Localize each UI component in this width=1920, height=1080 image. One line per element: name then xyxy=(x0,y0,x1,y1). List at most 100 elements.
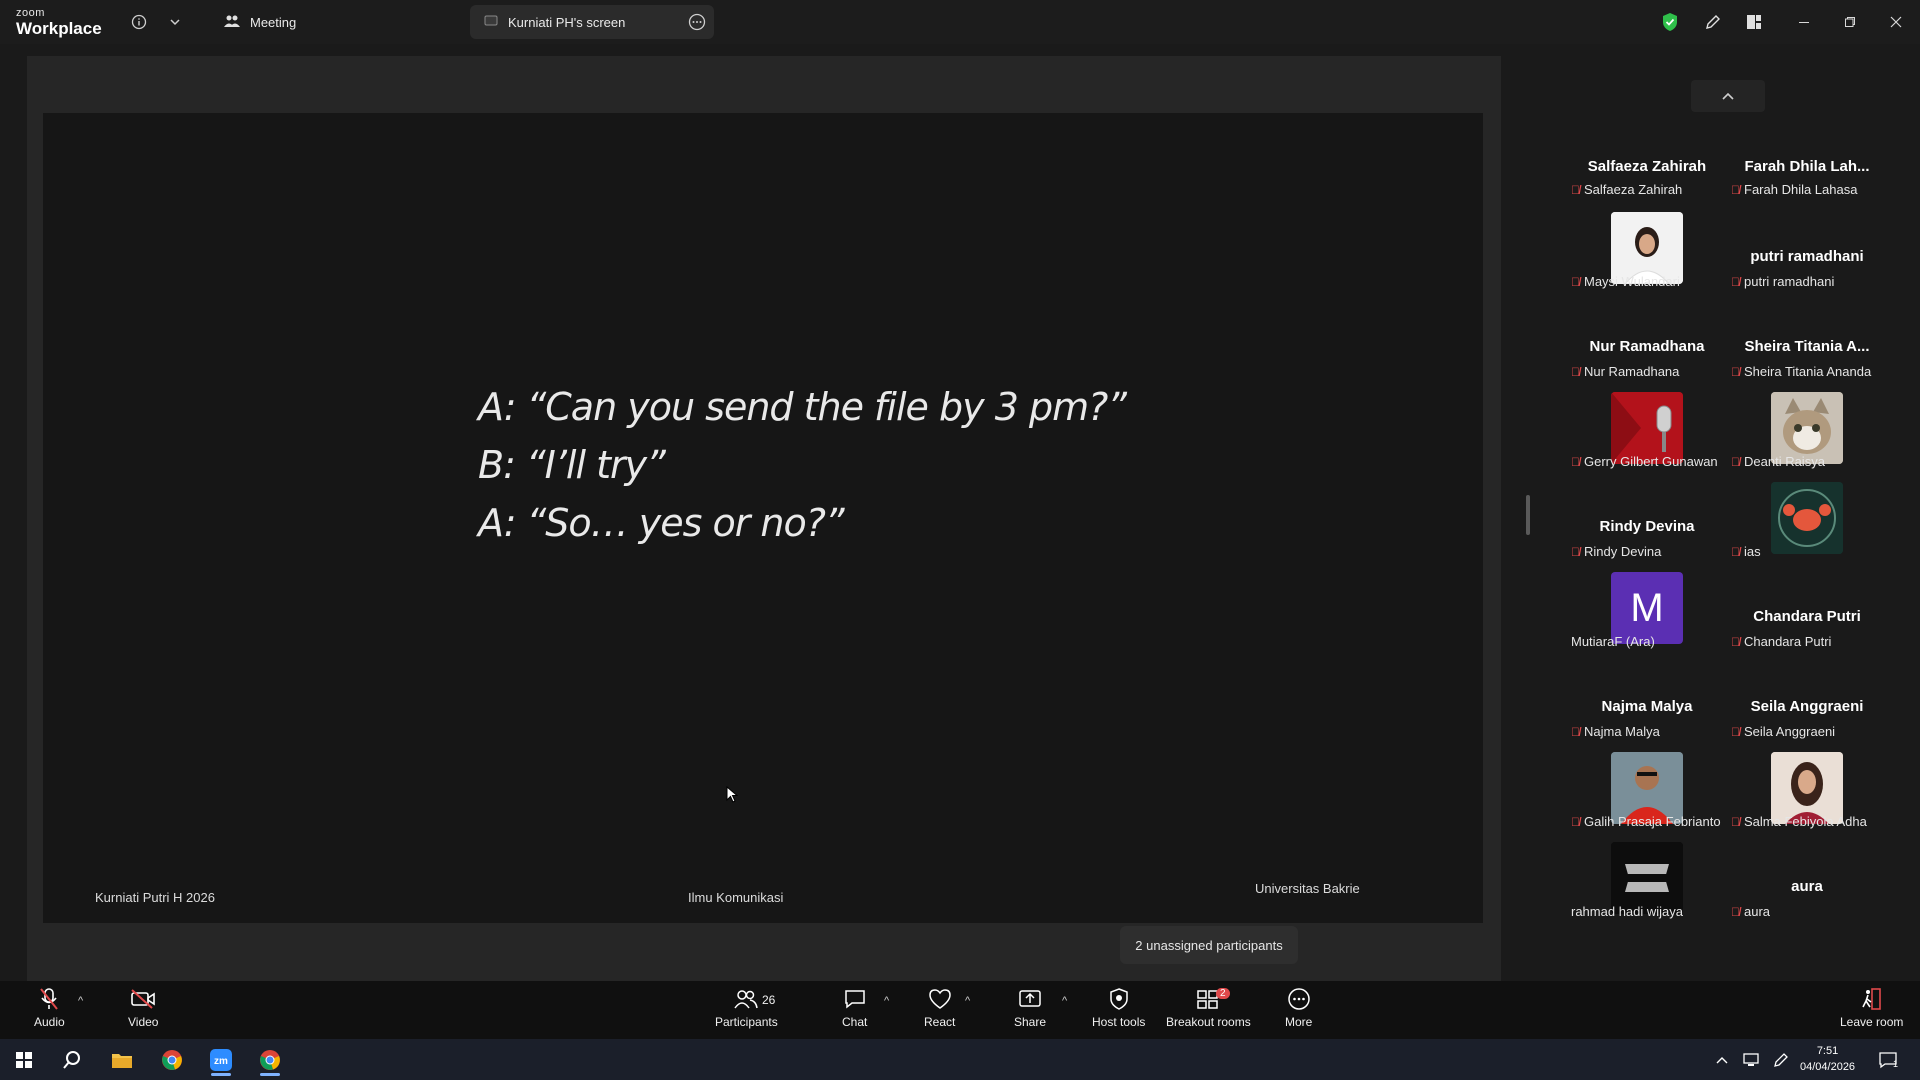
host-tools-button[interactable]: Host tools xyxy=(1092,987,1145,1029)
participant-tile[interactable]: Najma Malya 🎙̸ Najma Malya xyxy=(1567,672,1727,762)
pen-input-icon[interactable] xyxy=(1768,1044,1794,1076)
participant-tile[interactable]: M MutiaraF (Ara) xyxy=(1567,572,1727,662)
more-icon xyxy=(1287,987,1311,1011)
participant-tile[interactable]: Seila Anggraeni 🎙̸ Seila Anggraeni xyxy=(1727,672,1887,762)
participant-tile[interactable]: aura 🎙̸ aura xyxy=(1727,852,1887,942)
tab-meeting[interactable]: Meeting xyxy=(210,5,450,39)
chrome-window-icon[interactable] xyxy=(252,1044,288,1076)
participant-tile[interactable]: 🎙̸ Galih Prasaja Febrianto xyxy=(1567,752,1727,842)
svg-text:zm: zm xyxy=(214,1056,228,1067)
close-icon[interactable] xyxy=(1878,8,1914,36)
restore-icon[interactable] xyxy=(1832,8,1868,36)
tab-shared-screen[interactable]: Kurniati PH's screen xyxy=(470,5,714,39)
participant-tile[interactable]: Rindy Devina 🎙̸ Rindy Devina xyxy=(1567,492,1727,582)
participant-name: Seila Anggraeni xyxy=(1750,698,1864,715)
search-icon[interactable] xyxy=(54,1044,90,1076)
participant-tile[interactable]: Sheira Titania A... 🎙̸ Sheira Titania Ana… xyxy=(1727,312,1887,402)
participant-tile[interactable]: putri ramadhani 🎙̸ putri ramadhani xyxy=(1727,222,1887,312)
audio-button[interactable]: Audio xyxy=(34,987,65,1029)
participants-icon xyxy=(734,987,759,1011)
audio-options-caret-icon[interactable]: ^ xyxy=(78,995,83,1007)
chevron-down-icon[interactable] xyxy=(162,9,188,35)
more-button[interactable]: More xyxy=(1285,987,1312,1029)
participant-label: 🎙̸ Chandara Putri xyxy=(1731,634,1832,649)
participant-label: 🎙̸ Sheira Titania Ananda xyxy=(1731,364,1872,379)
view-layout-icon[interactable] xyxy=(1741,9,1767,35)
slide-footer-university: Universitas Bakrie xyxy=(1255,881,1360,896)
participant-label: 🎙̸ Najma Malya xyxy=(1571,724,1660,739)
info-icon[interactable] xyxy=(126,9,152,35)
tab-meeting-label: Meeting xyxy=(250,14,297,30)
participant-name: Nur Ramadhana xyxy=(1589,338,1705,355)
mic-muted-icon: 🎙̸ xyxy=(1731,454,1740,469)
mic-muted-icon: 🎙̸ xyxy=(1731,364,1740,379)
participant-tile[interactable]: 🎙̸ Deanti Raisya xyxy=(1727,392,1887,482)
react-label: React xyxy=(924,1015,956,1029)
mic-muted-icon: 🎙̸ xyxy=(1571,364,1580,379)
more-options-icon[interactable] xyxy=(688,13,706,34)
participant-label: 🎙̸ aura xyxy=(1731,904,1771,919)
participant-tile[interactable]: Chandara Putri 🎙̸ Chandara Putri xyxy=(1727,582,1887,672)
participant-tile[interactable]: rahmad hadi wijaya xyxy=(1567,842,1727,932)
crab-icon xyxy=(1771,482,1843,554)
file-explorer-icon[interactable] xyxy=(104,1044,140,1076)
leave-room-label: Leave room xyxy=(1840,1015,1904,1029)
annotate-pen-icon[interactable] xyxy=(1700,9,1726,35)
chat-button[interactable]: Chat xyxy=(842,987,867,1029)
heart-icon xyxy=(928,987,952,1011)
zoom-app-icon[interactable]: zm xyxy=(203,1044,239,1076)
participant-label: 🎙̸ Salma Febiyola Adha xyxy=(1731,814,1867,829)
participant-label: 🎙̸ putri ramadhani xyxy=(1731,274,1835,289)
mouse-cursor-icon xyxy=(726,785,739,809)
unassigned-participants-tooltip[interactable]: 2 unassigned participants xyxy=(1120,926,1298,964)
gallery-scroll-up-button[interactable] xyxy=(1691,80,1765,112)
video-off-icon xyxy=(130,987,156,1011)
dialogue-line-3: A: “So… yes or no?” xyxy=(478,501,845,545)
mic-muted-icon: 🎙̸ xyxy=(1571,724,1580,739)
participant-tile[interactable]: Nur Ramadhana 🎙̸ Nur Ramadhana xyxy=(1567,312,1727,402)
gallery-scrollbar[interactable] xyxy=(1526,495,1530,535)
notifications-icon[interactable] xyxy=(1872,1044,1904,1076)
chrome-icon[interactable] xyxy=(154,1044,190,1076)
network-icon[interactable] xyxy=(1738,1044,1764,1076)
notification-count: 1 xyxy=(1893,1059,1899,1069)
video-label: Video xyxy=(128,1015,159,1029)
more-label: More xyxy=(1285,1015,1313,1029)
participant-label: MutiaraF (Ara) xyxy=(1571,634,1655,649)
share-button[interactable]: Share xyxy=(1014,987,1046,1029)
breakout-rooms-button[interactable]: Breakout rooms xyxy=(1166,987,1251,1029)
chevron-up-icon xyxy=(1722,92,1734,100)
participant-label: 🎙̸ Maysi Wulandari xyxy=(1571,274,1680,289)
mic-muted-icon: 🎙̸ xyxy=(1731,904,1740,919)
participant-tile[interactable]: Farah Dhila Lah... 🎙̸ Farah Dhila Lahasa xyxy=(1727,132,1887,222)
react-button[interactable]: React xyxy=(924,987,955,1029)
participant-label: 🎙̸ Galih Prasaja Febrianto xyxy=(1571,814,1721,829)
leave-room-button[interactable]: Leave room xyxy=(1840,987,1903,1029)
participant-tile[interactable]: 🎙̸ Salma Febiyola Adha xyxy=(1727,752,1887,842)
clock-time: 7:51 xyxy=(1816,1045,1839,1057)
system-clock[interactable]: 7:51 04/04/2026 xyxy=(1800,1043,1855,1075)
participant-label: 🎙̸ Salfaeza Zahirah xyxy=(1571,182,1683,197)
mic-muted-icon: 🎙̸ xyxy=(1731,634,1740,649)
breakout-badge: 2 xyxy=(1216,988,1230,999)
participant-tile[interactable]: 🎙̸ Maysi Wulandari xyxy=(1567,212,1727,302)
show-hidden-icons-chevron-icon[interactable] xyxy=(1710,1044,1734,1076)
security-shield-icon[interactable] xyxy=(1657,9,1683,35)
react-options-caret-icon[interactable]: ^ xyxy=(965,995,970,1007)
participant-tile[interactable]: 🎙̸ Gerry Gilbert Gunawan xyxy=(1567,392,1727,482)
meeting-toolbar: Audio ^ Video Participants 26 Chat ^ Rea… xyxy=(0,981,1920,1039)
minimize-icon[interactable] xyxy=(1786,8,1822,36)
windows-start-icon[interactable] xyxy=(6,1044,42,1076)
breakout-rooms-label: Breakout rooms xyxy=(1166,1015,1251,1029)
mic-muted-icon: 🎙̸ xyxy=(1571,814,1580,829)
video-button[interactable]: Video xyxy=(128,987,158,1029)
dialogue-line-1: A: “Can you send the file by 3 pm?” xyxy=(478,385,1127,429)
screen-share-icon xyxy=(484,14,498,31)
chat-label: Chat xyxy=(842,1015,868,1029)
participant-tile[interactable]: Salfaeza Zahirah 🎙̸ Salfaeza Zahirah xyxy=(1567,132,1727,222)
chat-options-caret-icon[interactable]: ^ xyxy=(884,995,889,1007)
share-options-caret-icon[interactable]: ^ xyxy=(1062,995,1067,1007)
windows-taskbar: zm 1 xyxy=(0,1039,1920,1080)
participant-tile[interactable]: 🎙̸ ias xyxy=(1727,482,1887,572)
shield-icon xyxy=(1109,987,1129,1011)
